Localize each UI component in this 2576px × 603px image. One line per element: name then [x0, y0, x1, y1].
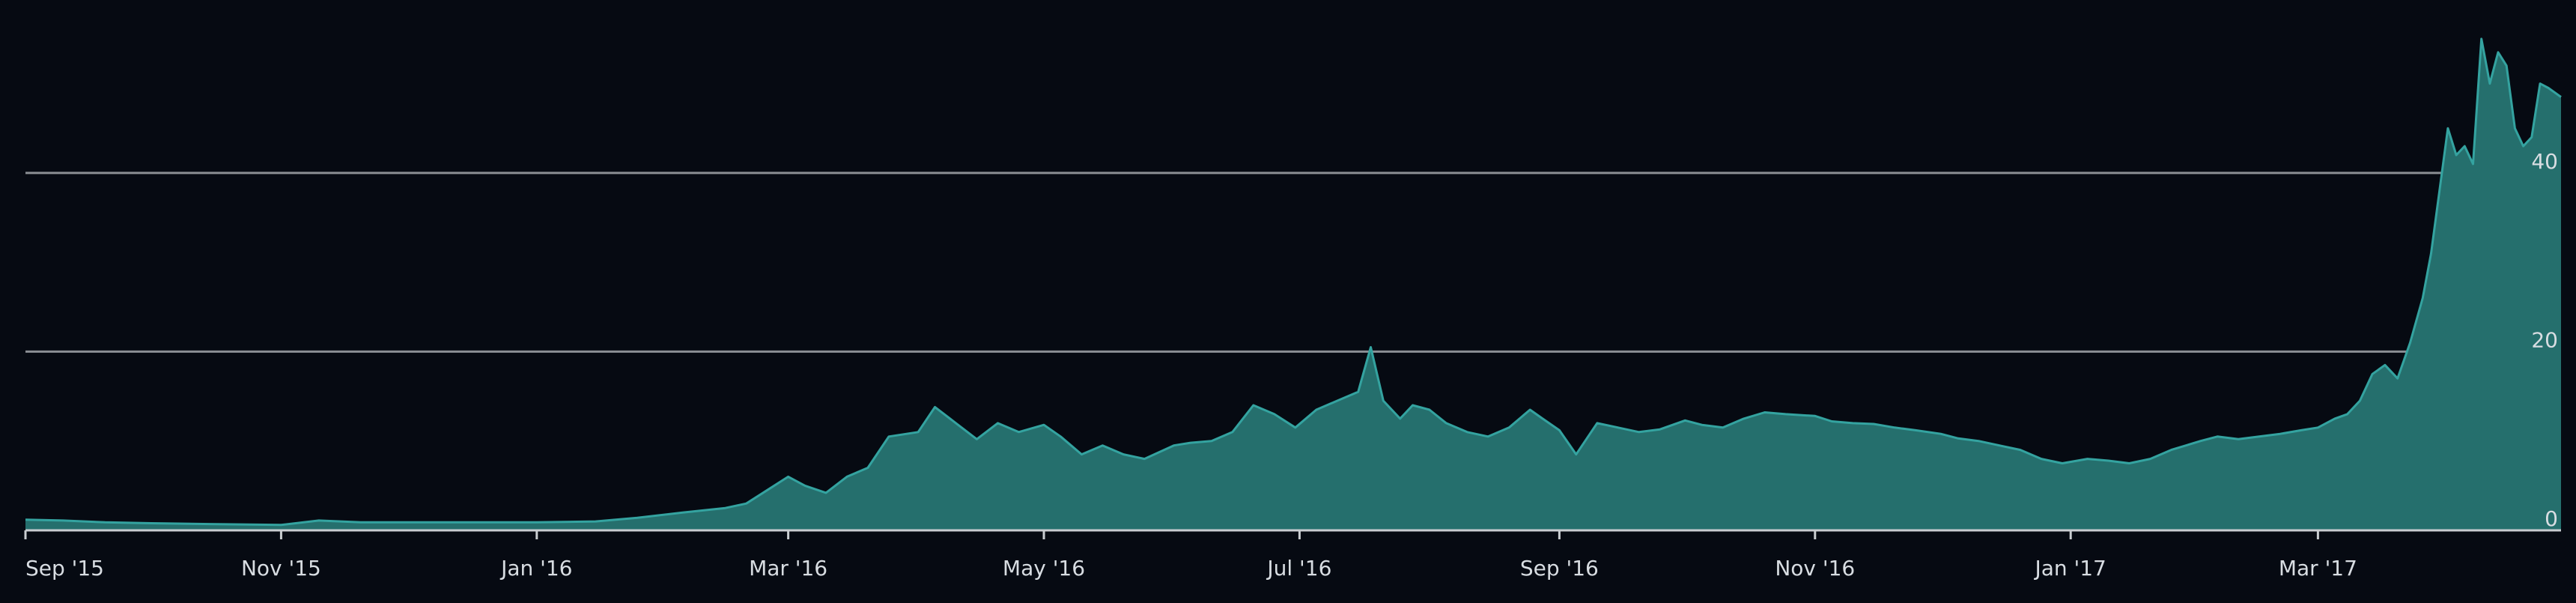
x-tick-label: Mar '17	[2279, 556, 2357, 581]
chart-container: Sep '15 Nov '15 Jan '16 Mar '16 May '16 Jul '…	[0, 0, 2576, 599]
x-tick-label: Nov '15	[241, 556, 321, 581]
x-tick-label: Sep '15	[25, 556, 104, 581]
x-tick-label: Jul '16	[1266, 556, 1331, 581]
x-tick-label: Mar '16	[749, 556, 827, 581]
x-tick-label: Jan '16	[499, 556, 572, 581]
y-tick-label: 20	[2531, 327, 2558, 352]
y-tick-label: 40	[2531, 149, 2558, 174]
x-tick-label: Sep '16	[1520, 556, 1599, 581]
x-tick-label: Nov '16	[1775, 556, 1855, 581]
area-chart: Sep '15 Nov '15 Jan '16 Mar '16 May '16 Jul '…	[0, 0, 2576, 599]
y-tick-label: 0	[2545, 506, 2558, 531]
x-tick-label: May '16	[1003, 556, 1085, 581]
x-tick-label: Jan '17	[2033, 556, 2106, 581]
